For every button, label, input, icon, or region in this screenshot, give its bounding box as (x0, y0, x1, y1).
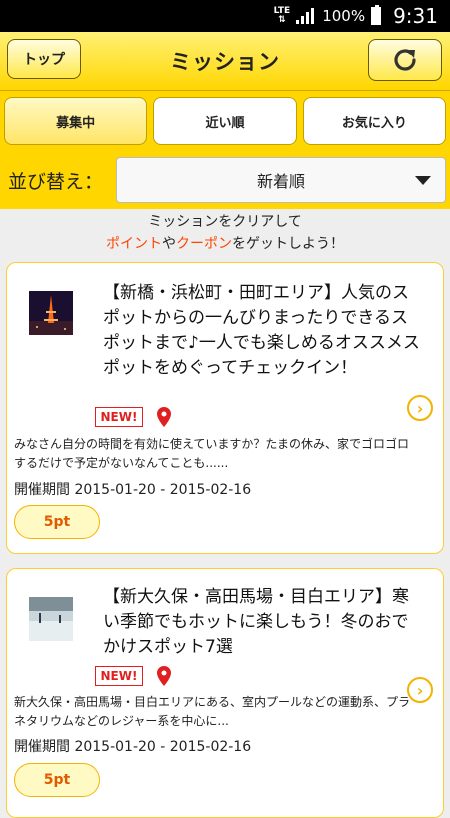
mission-notice: ミッションをクリアして ポイントやクーポンをゲットしよう！ (0, 209, 450, 259)
tab-favorites[interactable]: お気に入り (302, 97, 446, 145)
mission-period: 開催期間 2015-01-20 - 2015-02-16 (14, 739, 252, 755)
sort-label: 並び替え： (8, 170, 104, 193)
notice-line2: ポイントやクーポンをゲットしよう！ (0, 233, 450, 255)
app-header: トップ ミッション (0, 32, 450, 91)
battery-level: 100% (322, 7, 366, 25)
tab-nearby[interactable]: 近い順 (153, 97, 297, 145)
chevron-down-icon (415, 176, 431, 185)
sort-bar: 並び替え： 新着順 (0, 151, 450, 209)
mission-description: 新大久保・高田馬場・目白エリアにある、室内プールなどの運動系、プラネタリウムなど… (14, 695, 411, 728)
sort-dropdown[interactable]: 新着順 (116, 157, 446, 203)
tokyo-tower-thumbnail (29, 291, 73, 335)
notice-coupon-word: クーポン (176, 236, 232, 252)
lte-indicator: LTE ⇅ (273, 6, 291, 25)
points-badge: 5pt (14, 505, 100, 539)
tab-recruiting[interactable]: 募集中 (4, 97, 148, 145)
refresh-icon (394, 49, 416, 71)
notice-ya: や (162, 236, 176, 252)
chevron-right-icon[interactable]: › (407, 395, 433, 421)
indoor-pool-thumbnail (29, 597, 73, 641)
mission-card[interactable]: 【新大久保・高田馬場・目白エリア】寒い季節でもホットに楽しもう！冬のおでかけスポ… (6, 568, 444, 818)
location-pin-icon (157, 407, 171, 427)
mission-title: 【新大久保・高田馬場・目白エリア】寒い季節でもホットに楽しもう！冬のおでかけスポ… (103, 587, 409, 657)
mission-period: 開催期間 2015-01-20 - 2015-02-16 (14, 482, 252, 498)
new-badge: NEW! (95, 407, 143, 427)
points-badge: 5pt (14, 763, 100, 797)
sort-selected-value: 新着順 (256, 172, 305, 191)
page-title: ミッション (170, 50, 280, 74)
filter-tabs: 募集中 近い順 お気に入り (0, 91, 450, 151)
battery-icon (371, 5, 382, 25)
notice-line1: ミッションをクリアして (148, 214, 302, 230)
notice-rest: をゲットしよう！ (232, 236, 344, 252)
mission-card[interactable]: 【新橋・浜松町・田町エリア】人気のスポットからの一んびりまったりできるスポットま… (6, 262, 444, 554)
refresh-button[interactable] (368, 39, 442, 81)
clock: 9:31 (393, 4, 438, 28)
mission-title: 【新橋・浜松町・田町エリア】人気のスポットからの一んびりまったりできるスポットま… (103, 283, 420, 378)
notice-points-word: ポイント (106, 236, 162, 252)
top-button[interactable]: トップ (7, 39, 81, 79)
signal-icon (296, 8, 316, 24)
location-pin-icon (157, 666, 171, 686)
new-badge: NEW! (95, 666, 143, 686)
mission-description: みなさん自分の時間を有効に使えていますか？たまの休み、家でゴロゴロするだけで予定… (14, 437, 410, 470)
status-bar: LTE ⇅ 100% 9:31 (0, 0, 450, 32)
